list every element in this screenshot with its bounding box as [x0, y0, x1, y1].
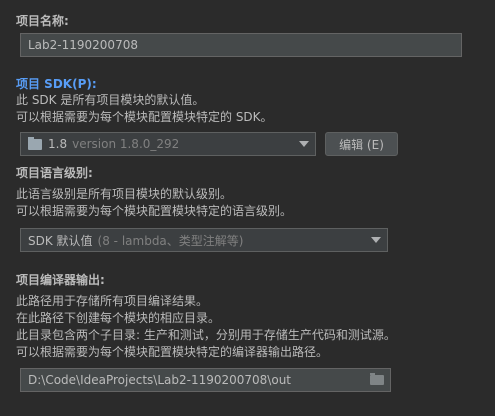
- project-sdk-desc-2: 可以根据需要为每个模块配置模块特定的 SDK。: [16, 110, 273, 124]
- language-level-desc-2: 可以根据需要为每个模块配置模块特定的语言级别。: [16, 204, 293, 218]
- compiler-output-path-input[interactable]: D:\Code\IdeaProjects\Lab2-1190200708\out: [20, 368, 391, 392]
- compiler-output-desc-1: 此路径用于存储所有项目编译结果。: [16, 294, 209, 308]
- compiler-output-desc-2: 在此路径下创建每个模块的相应目录。: [16, 311, 221, 325]
- compiler-output-desc-3: 此目录包含两个子目录: 生产和测试，分别用于存储生产代码和测试源。: [16, 328, 396, 342]
- language-level-desc-1: 此语言级别是所有项目模块的默认级别。: [16, 187, 233, 201]
- edit-sdk-button[interactable]: 编辑 (E): [325, 132, 398, 156]
- sdk-version: 1.8: [48, 137, 68, 151]
- browse-folder-icon[interactable]: [370, 373, 384, 385]
- project-sdk-label: 项目 SDK(P):: [16, 77, 97, 91]
- chevron-down-icon: [299, 141, 309, 147]
- project-sdk-combobox[interactable]: 1.8 version 1.8.0_292: [20, 132, 316, 156]
- folder-icon: [28, 136, 42, 150]
- project-sdk-desc-1: 此 SDK 是所有项目模块的默认值。: [16, 93, 205, 107]
- project-name-input[interactable]: Lab2-1190200708: [20, 33, 462, 57]
- language-level-combobox[interactable]: SDK 默认值 (8 - lambda、类型注解等): [20, 228, 388, 252]
- compiler-output-label: 项目编译器输出:: [16, 273, 105, 287]
- sdk-version-detail: version 1.8.0_292: [72, 137, 180, 151]
- language-level-value: SDK 默认值: [28, 233, 93, 248]
- language-level-label: 项目语言级别:: [16, 166, 93, 180]
- language-level-detail: (8 - lambda、类型注解等): [97, 233, 244, 248]
- chevron-down-icon: [371, 237, 381, 243]
- project-name-label: 项目名称:: [16, 14, 69, 28]
- compiler-output-desc-4: 可以根据需要为每个模块配置模块特定的编译器输出路径。: [16, 345, 329, 359]
- compiler-output-path: D:\Code\IdeaProjects\Lab2-1190200708\out: [28, 373, 291, 387]
